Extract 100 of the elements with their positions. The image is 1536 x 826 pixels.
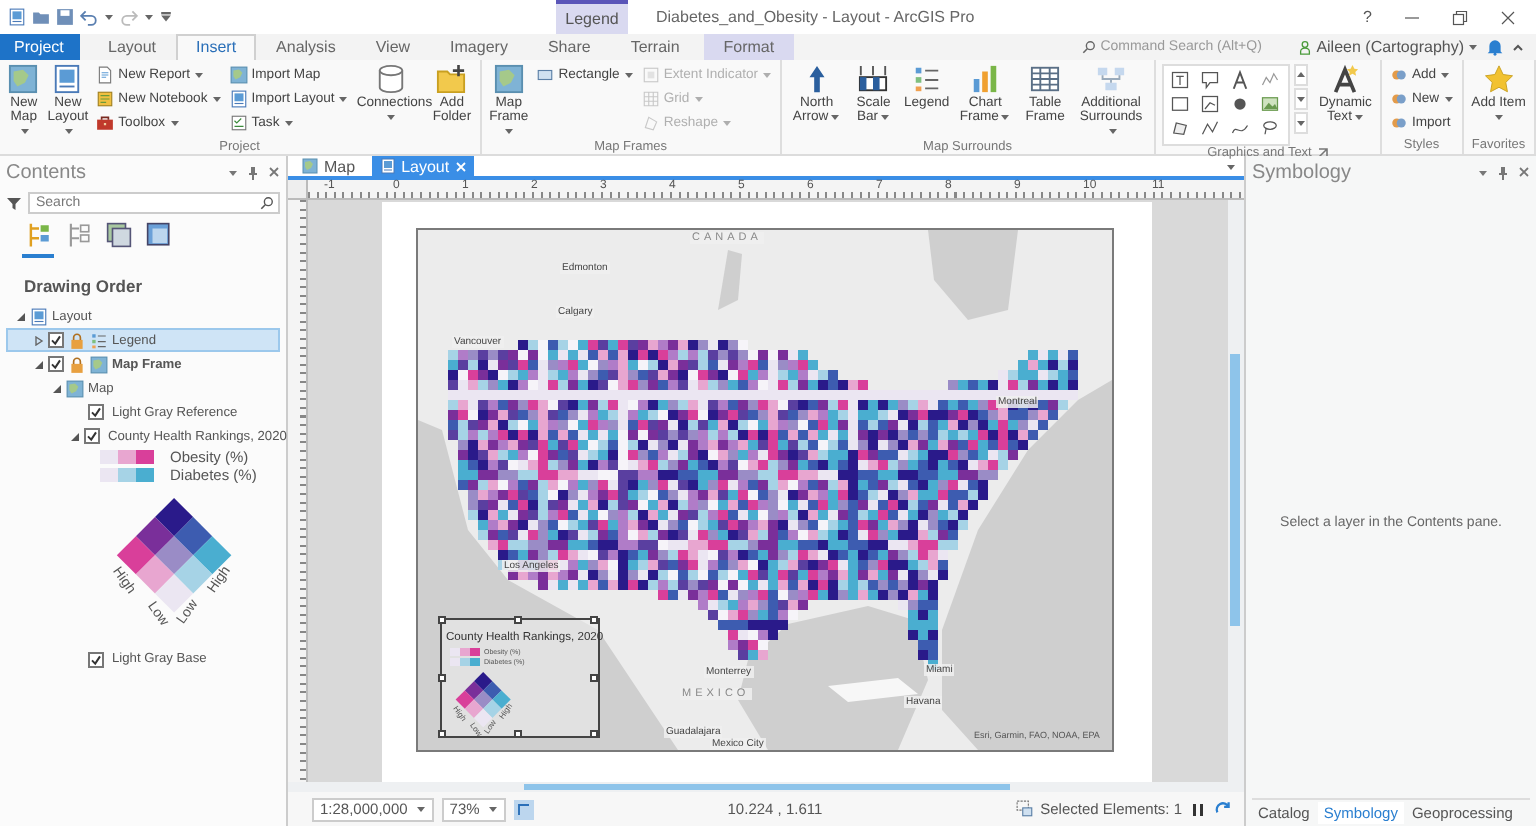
map-icon [493, 64, 524, 94]
snapping-icon[interactable] [513, 799, 534, 819]
close-icon[interactable] [1518, 166, 1530, 178]
help-button[interactable]: ? [1363, 8, 1372, 26]
customize-icon[interactable] [160, 11, 172, 23]
collapse-ribbon-icon[interactable] [1512, 41, 1524, 53]
expanded-arrow-icon[interactable] [52, 383, 62, 393]
caret-icon [1440, 70, 1451, 80]
caret-icon [211, 94, 222, 104]
caret-icon [1295, 70, 1306, 80]
ribbon-tab[interactable]: Project [0, 34, 80, 60]
undo-icon[interactable] [80, 8, 98, 26]
collapsed-arrow-icon[interactable] [34, 335, 44, 345]
dropdown-icon[interactable] [228, 167, 238, 177]
ribbon-tab[interactable]: Layout [88, 34, 177, 60]
tab-list-icon[interactable] [1226, 161, 1236, 171]
search-icon [260, 196, 274, 210]
map-icon [302, 158, 318, 174]
add-folder-icon [436, 64, 467, 94]
rectangle-icon[interactable] [1169, 94, 1190, 114]
legend-icon [911, 64, 942, 94]
ribbon-tab[interactable]: Terrain [610, 34, 700, 60]
close-icon[interactable] [268, 166, 280, 178]
selection-handle[interactable] [514, 730, 522, 738]
checkbox[interactable] [48, 356, 64, 372]
caret-icon [1443, 94, 1454, 104]
selection-handle[interactable] [590, 730, 598, 738]
dialog-launcher-icon[interactable] [1317, 148, 1328, 158]
callout-icon[interactable] [1199, 70, 1220, 90]
polygon-icon[interactable] [1169, 118, 1190, 138]
lasso-icon[interactable] [1259, 118, 1280, 138]
pin-icon[interactable] [1498, 165, 1508, 179]
restore-icon[interactable] [1452, 9, 1468, 25]
selection-handle[interactable] [438, 673, 446, 681]
vertical-scrollbar[interactable] [1228, 200, 1244, 782]
pause-icon[interactable] [1190, 801, 1206, 817]
layout-icon[interactable] [8, 8, 26, 26]
star-icon [1483, 64, 1514, 94]
horizontal-scrollbar[interactable] [288, 782, 1244, 792]
pin-icon[interactable] [248, 165, 258, 179]
scrollbar-thumb[interactable] [1230, 354, 1240, 626]
map-icon [8, 64, 39, 94]
expanded-arrow-icon[interactable] [34, 359, 44, 369]
diagram-icon [1096, 64, 1127, 94]
checkbox[interactable] [84, 428, 100, 444]
section-heading: Drawing Order [24, 276, 145, 296]
selection-handle[interactable] [590, 673, 598, 681]
task-icon [229, 114, 248, 132]
open-folder-icon[interactable] [32, 8, 50, 26]
refresh-icon[interactable] [1214, 800, 1232, 818]
selection-handle[interactable] [590, 616, 598, 624]
expanded-arrow-icon[interactable] [70, 431, 80, 441]
caret-icon [194, 70, 205, 80]
selection-handle[interactable] [514, 616, 522, 624]
circle-icon[interactable] [1229, 94, 1250, 114]
ribbon-tab[interactable]: Analysis [256, 34, 356, 60]
pane-title: Symbology [1252, 161, 1351, 183]
notification-icon[interactable] [1486, 38, 1504, 56]
gallery-down-button[interactable] [1293, 88, 1308, 110]
view-tab[interactable] [22, 222, 54, 258]
ribbon-tab[interactable]: Insert [176, 34, 257, 60]
close-icon[interactable] [1500, 9, 1516, 25]
user-menu[interactable]: Aileen (Cartography) [1298, 38, 1478, 56]
filter-icon[interactable] [6, 195, 22, 211]
sketch-icon[interactable] [1259, 70, 1280, 90]
scrollbar-thumb[interactable] [524, 784, 1010, 790]
map-frame[interactable] [416, 228, 1114, 752]
dropdown-icon[interactable] [1478, 167, 1488, 177]
selection-handle[interactable] [438, 616, 446, 624]
caret-icon [722, 118, 733, 128]
caret-icon [1295, 118, 1306, 128]
checkbox[interactable] [48, 332, 64, 348]
expanded-arrow-icon[interactable] [16, 311, 26, 321]
caret-icon [693, 94, 704, 104]
gallery-expand-button[interactable] [1293, 112, 1308, 134]
report-icon [96, 66, 115, 84]
selection-handle[interactable] [438, 730, 446, 738]
caret-icon [338, 94, 349, 104]
caret-icon [283, 118, 294, 128]
caret-icon [504, 125, 515, 136]
grid-icon [641, 90, 660, 108]
checkbox[interactable] [88, 404, 104, 420]
checkbox[interactable] [88, 651, 104, 667]
text-icon[interactable] [1229, 70, 1250, 90]
caret-icon [144, 12, 154, 22]
caret-icon [1468, 42, 1478, 52]
gallery-up-button[interactable] [1293, 64, 1308, 86]
document-tab[interactable]: Map [294, 156, 364, 176]
save-icon[interactable] [56, 8, 74, 26]
ribbon-tab[interactable]: Imagery [430, 34, 528, 60]
caret-icon [169, 118, 180, 128]
ribbon-tab[interactable]: Share [527, 34, 611, 60]
ribbon-tab[interactable]: Format [703, 34, 795, 60]
ribbon-tab[interactable]: View [355, 34, 431, 60]
layout-icon [229, 90, 248, 108]
text-box-icon[interactable] [1169, 70, 1190, 90]
polyline-icon[interactable] [1199, 118, 1220, 138]
picture-icon[interactable] [1259, 94, 1280, 114]
notebook-icon [96, 90, 115, 108]
caret-icon [1107, 125, 1118, 136]
